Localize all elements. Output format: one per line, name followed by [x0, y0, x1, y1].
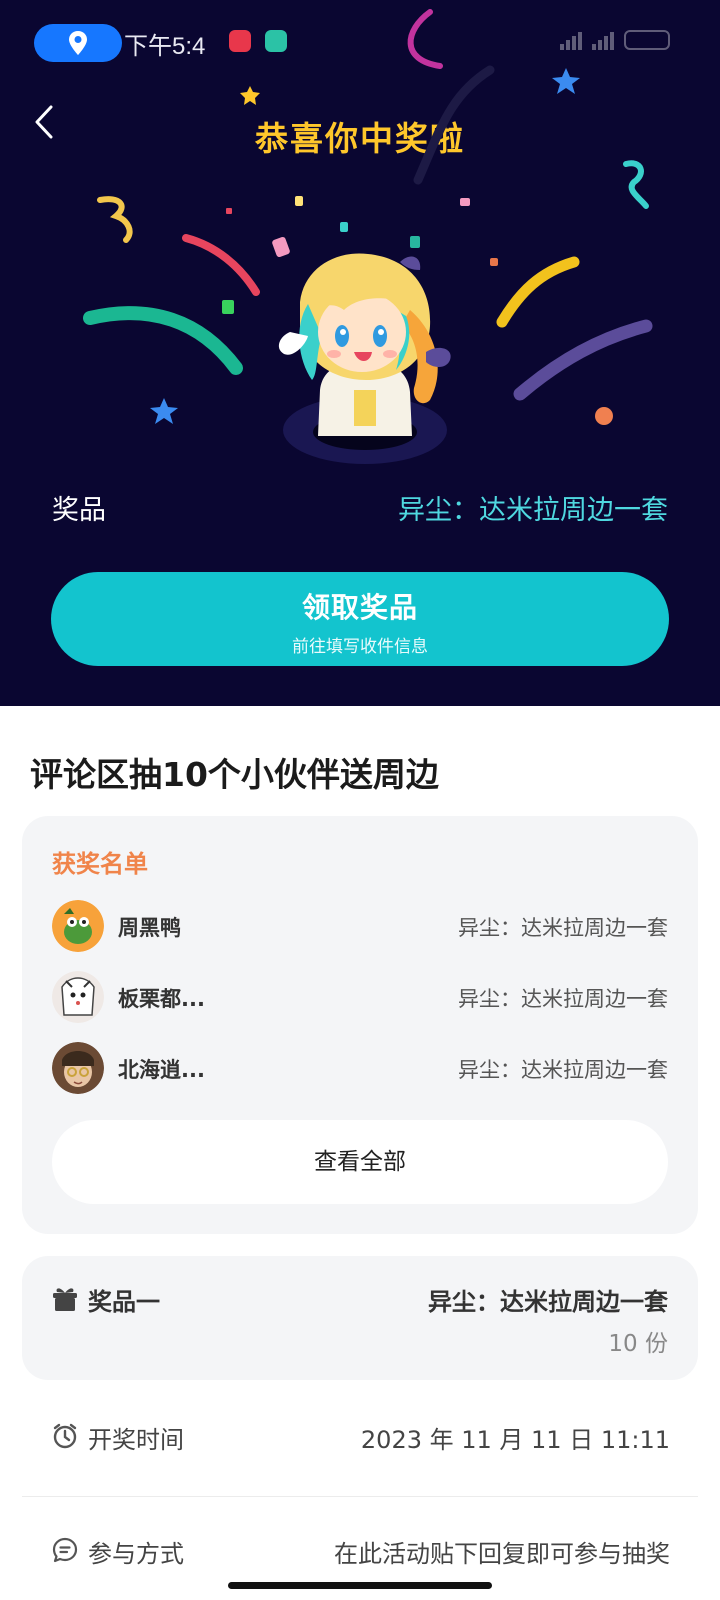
mascot-illustration — [278, 253, 451, 464]
view-all-button[interactable]: 查看全部 — [52, 1120, 668, 1204]
alarm-clock-icon — [53, 1423, 77, 1449]
home-indicator[interactable] — [228, 1582, 492, 1589]
claim-button-sublabel: 前往填写收件信息 — [292, 637, 428, 657]
prize-label: 奖品 — [52, 495, 106, 526]
claim-prize-button[interactable]: 领取奖品 前往填写收件信息 — [51, 572, 669, 666]
avatar — [52, 971, 104, 1023]
winner-name: 北海逍... — [118, 1058, 205, 1082]
draw-time-label: 开奖时间 — [88, 1426, 184, 1454]
avatar — [52, 900, 104, 952]
winner-row[interactable]: 周黑鸭 异尘：达米拉周边一套 — [52, 900, 668, 954]
gift-icon — [53, 1288, 77, 1311]
prize-tier-label: 奖品一 — [88, 1288, 160, 1316]
divider — [22, 1496, 698, 1497]
avatar — [52, 1042, 104, 1094]
winner-row[interactable]: 板栗都... 异尘：达米拉周边一套 — [52, 971, 668, 1025]
winner-name: 板栗都... — [118, 987, 205, 1011]
claim-button-label: 领取奖品 — [301, 591, 418, 624]
activity-title: 评论区抽10个小伙伴送周边 — [30, 755, 439, 794]
chat-bubble-icon — [52, 1537, 78, 1563]
prize-quantity: 10 份 — [608, 1331, 668, 1357]
winners-card: 获奖名单 周黑鸭 异尘：达米拉周边一套 板栗都... 异尘：达米拉周边一套 北海… — [22, 816, 698, 1234]
draw-time-row: 开奖时间 2023 年 11 月 11 日 11:11 — [52, 1418, 670, 1454]
celebration-banner: 下午5:4 恭喜你中奖啦 奖品 异尘：达米拉周边一套 领取奖品 前往填写收件信息 — [0, 0, 720, 706]
winner-name: 周黑鸭 — [118, 916, 181, 940]
participation-row: 参与方式 在此活动贴下回复即可参与抽奖 — [52, 1532, 670, 1568]
participation-value: 在此活动贴下回复即可参与抽奖 — [334, 1540, 670, 1568]
winner-row[interactable]: 北海逍... 异尘：达米拉周边一套 — [52, 1042, 668, 1096]
winner-prize: 异尘：达米拉周边一套 — [458, 916, 668, 940]
prize-tier-value: 异尘：达米拉周边一套 — [428, 1288, 668, 1316]
winner-prize: 异尘：达米拉周边一套 — [458, 1058, 668, 1082]
draw-time-value: 2023 年 11 月 11 日 11:11 — [360, 1426, 670, 1454]
winner-prize: 异尘：达米拉周边一套 — [458, 987, 668, 1011]
prize-value: 异尘：达米拉周边一套 — [398, 495, 668, 526]
winners-title: 获奖名单 — [52, 850, 148, 878]
participation-label: 参与方式 — [88, 1540, 184, 1568]
prize-tier-card: 奖品一 异尘：达米拉周边一套 10 份 — [22, 1256, 698, 1380]
